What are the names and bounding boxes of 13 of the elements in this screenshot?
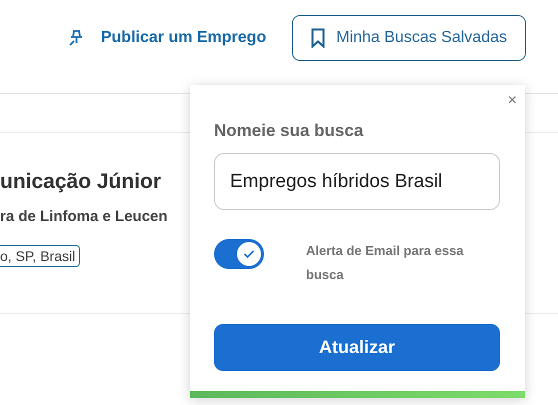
email-alert-toggle[interactable]	[214, 239, 264, 269]
field-label: Nomeie sua busca	[214, 121, 364, 141]
search-name-field[interactable]: Empregos híbridos Brasil	[214, 153, 500, 210]
location-tag: o, SP, Brasil	[0, 245, 80, 267]
saved-searches-button[interactable]: Minha Buscas Salvadas	[292, 15, 526, 61]
post-job-link[interactable]: Publicar um Emprego	[68, 29, 266, 47]
company-name: ra de Linfoma e Leucen	[0, 208, 168, 225]
email-alert-label: Alerta de Email para essa busca	[306, 242, 465, 284]
job-title[interactable]: unicação Júnior	[0, 170, 162, 194]
bookmark-icon	[311, 28, 326, 48]
update-button[interactable]: Atualizar	[214, 324, 500, 371]
pin-icon	[68, 29, 84, 47]
check-icon	[243, 249, 255, 259]
